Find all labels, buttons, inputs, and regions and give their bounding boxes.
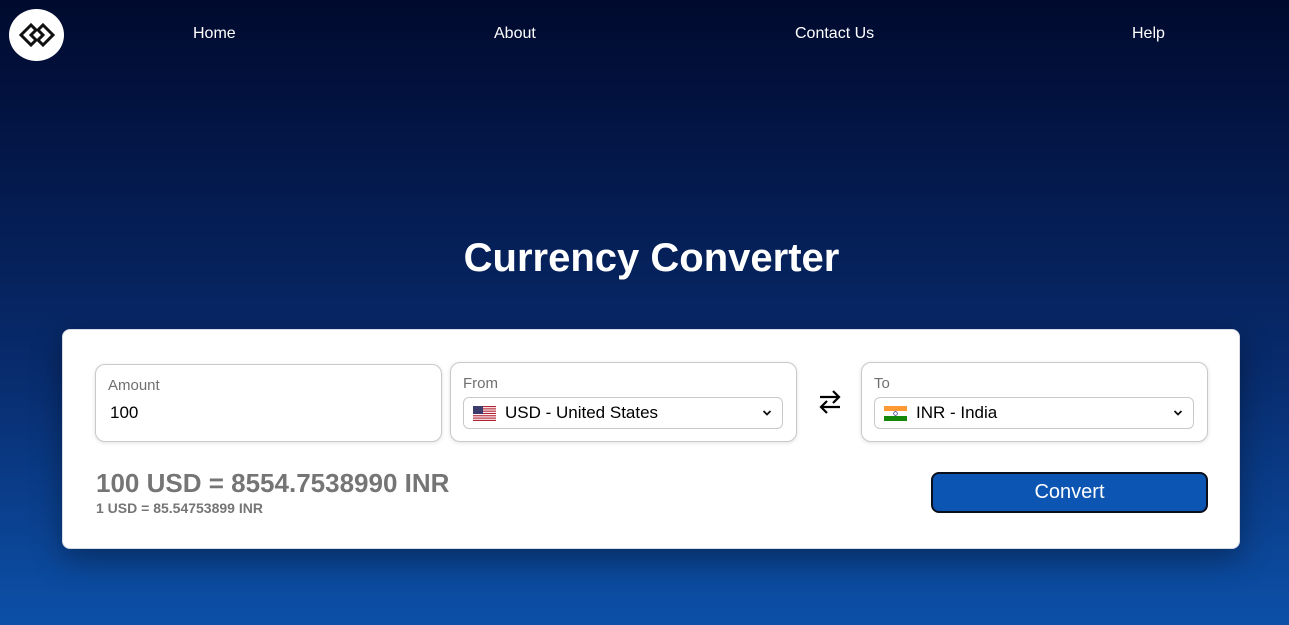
amount-field[interactable]: Amount — [95, 364, 442, 442]
chevron-down-icon — [762, 410, 772, 416]
from-currency-select[interactable]: USD - United States — [463, 397, 783, 429]
conversion-result: 100 USD = 8554.7538990 INR — [96, 468, 450, 498]
from-label: From — [463, 375, 498, 392]
amount-input[interactable] — [110, 403, 410, 423]
logo-icon — [18, 23, 55, 47]
india-flag-icon — [884, 405, 907, 421]
converter-card: Amount From USD - United States — [62, 329, 1240, 549]
exchange-rate: 1 USD = 85.54753899 INR — [96, 500, 263, 516]
swap-arrows-icon[interactable] — [817, 388, 843, 416]
chevron-down-icon — [1173, 410, 1183, 416]
page-title: Currency Converter — [463, 236, 840, 280]
nav-home-link[interactable]: Home — [193, 25, 236, 43]
from-currency-field: From USD - United States — [450, 362, 797, 442]
to-label: To — [874, 375, 890, 392]
to-currency-select[interactable]: INR - India — [874, 397, 1194, 429]
convert-button[interactable]: Convert — [931, 472, 1208, 513]
amount-label: Amount — [108, 377, 160, 394]
nav-contact-link[interactable]: Contact Us — [795, 25, 874, 43]
nav-help-link[interactable]: Help — [1132, 25, 1165, 43]
to-currency-value: INR - India — [916, 403, 998, 422]
to-currency-field: To INR - India — [861, 362, 1208, 442]
from-currency-value: USD - United States — [505, 403, 659, 422]
us-flag-icon — [473, 405, 496, 421]
nav-about-link[interactable]: About — [494, 25, 536, 43]
logo[interactable] — [9, 9, 64, 61]
